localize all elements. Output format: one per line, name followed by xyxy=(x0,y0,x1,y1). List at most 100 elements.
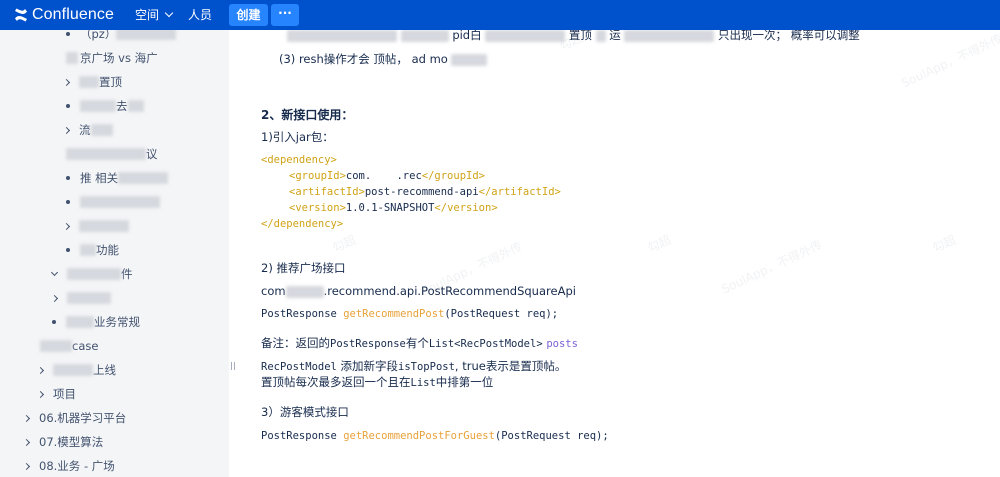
code-method: getRecommendPostForGuest xyxy=(343,430,495,442)
tree-item[interactable]: 件 xyxy=(50,265,133,283)
code-inline: posts xyxy=(546,338,578,350)
tree-item-label: 件 xyxy=(121,267,133,281)
tree-item-label: 07.模型算法 xyxy=(39,435,104,449)
text-fragment: 置顶 xyxy=(568,30,592,42)
tree-item[interactable]: （pz） xyxy=(66,30,177,43)
code-line: <groupId>com. .rec</groupId> xyxy=(289,168,485,184)
tree-item[interactable]: 上线 xyxy=(36,361,116,379)
xml-tag: </dependency> xyxy=(261,218,344,230)
body-text-line: (3) resh操作才会 顶帖， ad mo xyxy=(279,51,488,67)
spaces-label: 空间 xyxy=(135,8,160,22)
redacted-text xyxy=(400,30,449,42)
bullet-icon xyxy=(66,200,70,204)
xml-tag: </groupId> xyxy=(421,170,485,182)
redacted-text xyxy=(624,30,715,42)
step-label: 3）游客模式接口 xyxy=(261,405,349,419)
chevron-right-icon[interactable] xyxy=(22,414,31,422)
tree-item[interactable] xyxy=(62,217,129,235)
bullet-icon xyxy=(66,176,70,180)
text-fragment: 备注：返回的 xyxy=(261,336,330,350)
redacted-text xyxy=(79,220,129,232)
text-fragment: 置顶帖每次最多返回一个且在 xyxy=(261,375,411,389)
section-heading: 2、新接口使用： xyxy=(261,108,354,122)
confluence-logo-icon xyxy=(15,8,27,22)
code-line: <version>1.0.1-SNAPSHOT</version> xyxy=(289,200,498,216)
code-inline: List<RecPostModel> xyxy=(428,338,543,350)
watermark: SoulApp，不得外传 xyxy=(899,31,1000,91)
tree-item-label: 流 xyxy=(79,123,91,137)
tree-item[interactable]: 业务常规 xyxy=(52,313,140,331)
people-label: 人员 xyxy=(188,8,213,22)
tree-item[interactable]: 项目 xyxy=(36,385,76,403)
watermark: 勾超 xyxy=(930,232,959,256)
redacted-text xyxy=(451,53,488,66)
text-fragment: com xyxy=(261,284,286,298)
text-fragment: , true表示是置顶帖。 xyxy=(454,359,567,373)
page-tree-sidebar: （pz） 京广场 vs 海广 置顶 去 流 议 推 相关 功能 件 业务常规 c… xyxy=(0,30,229,477)
redacted-text xyxy=(40,340,72,352)
code-line: </dependency> xyxy=(261,216,343,232)
tree-item-label: 去 xyxy=(116,99,128,113)
tree-item[interactable]: 京广场 vs 海广 xyxy=(66,49,158,67)
tree-item[interactable]: 功能 xyxy=(66,241,119,259)
confluence-logo[interactable]: Confluence xyxy=(14,6,114,24)
redacted-text xyxy=(67,292,111,304)
tree-item-label: 议 xyxy=(146,147,158,161)
more-button[interactable]: ··· xyxy=(271,4,299,26)
chevron-right-icon[interactable] xyxy=(62,222,71,230)
redacted-text xyxy=(80,196,160,208)
app-name: Confluence xyxy=(32,6,114,23)
tree-item-label: 置顶 xyxy=(99,75,122,89)
chevron-right-icon[interactable] xyxy=(62,78,71,86)
tree-item[interactable]: 07.模型算法 xyxy=(22,433,104,451)
chevron-right-icon[interactable] xyxy=(22,462,31,470)
chevron-right-icon[interactable] xyxy=(22,438,31,446)
chevron-right-icon[interactable] xyxy=(36,390,45,398)
body-text-line: 置顶帖每次最多返回一个且在List中排第一位 xyxy=(261,374,493,391)
tree-item[interactable]: 06.机器学习平台 xyxy=(22,409,127,427)
code-signature: PostResponse getRecommendPostForGuest(Po… xyxy=(261,428,609,444)
grip-line xyxy=(231,362,232,370)
people-link[interactable]: 人员 xyxy=(188,8,212,22)
code-type: PostResponse xyxy=(261,430,344,442)
code-inline: RecPostModel xyxy=(261,361,337,373)
xml-tag: <artifactId> xyxy=(289,186,365,198)
redacted-text xyxy=(595,30,606,42)
tree-item[interactable]: 去 xyxy=(66,97,144,115)
bullet-icon xyxy=(52,320,56,324)
tree-item[interactable]: 置顶 xyxy=(62,73,122,91)
tree-item-label: 06.机器学习平台 xyxy=(39,411,127,425)
spaces-menu[interactable]: 空间 xyxy=(135,8,174,22)
tree-item[interactable]: 流 xyxy=(62,121,113,139)
redacted-text xyxy=(285,285,324,298)
body-text-line: RecPostModel 添加新字段isTopPost, true表示是置顶帖。 xyxy=(261,358,566,375)
redacted-text xyxy=(118,172,169,184)
create-button[interactable]: 创建 xyxy=(229,4,268,26)
tree-item[interactable] xyxy=(66,193,160,211)
chevron-down-icon[interactable] xyxy=(50,268,59,277)
redacted-text xyxy=(80,244,96,256)
grip-line xyxy=(234,362,235,370)
tree-item[interactable]: 推 相关 xyxy=(66,169,169,187)
sidebar-resize-handle[interactable] xyxy=(229,30,237,477)
chevron-right-icon[interactable] xyxy=(50,294,59,302)
tree-item[interactable]: 议 xyxy=(66,145,158,163)
text-fragment: (3) resh操作才会 顶帖， ad mo xyxy=(279,52,452,66)
watermark: 勾超 xyxy=(330,232,359,256)
tree-item-label: 项目 xyxy=(53,387,76,401)
xml-tag: </version> xyxy=(434,202,498,214)
code-inline: isTopPost xyxy=(398,361,455,373)
tree-item[interactable]: case xyxy=(40,337,98,355)
text-fragment: pid白 xyxy=(452,30,482,42)
tree-item-label: 推 相关 xyxy=(80,171,119,185)
tree-item[interactable]: 08.业务 - 广场 xyxy=(22,457,115,475)
code-inline: PostResponse xyxy=(330,338,406,350)
top-navigation-bar: Confluence 空间 人员 创建 ··· xyxy=(0,0,1000,30)
chevron-right-icon[interactable] xyxy=(36,366,45,374)
redacted-text xyxy=(485,30,566,42)
text-fragment: 运 xyxy=(609,30,621,42)
redacted-text xyxy=(79,76,99,88)
tree-item[interactable] xyxy=(50,289,111,307)
text-fragment: 只出现一次； 概率可以调整 xyxy=(718,30,860,42)
chevron-right-icon[interactable] xyxy=(62,126,71,134)
